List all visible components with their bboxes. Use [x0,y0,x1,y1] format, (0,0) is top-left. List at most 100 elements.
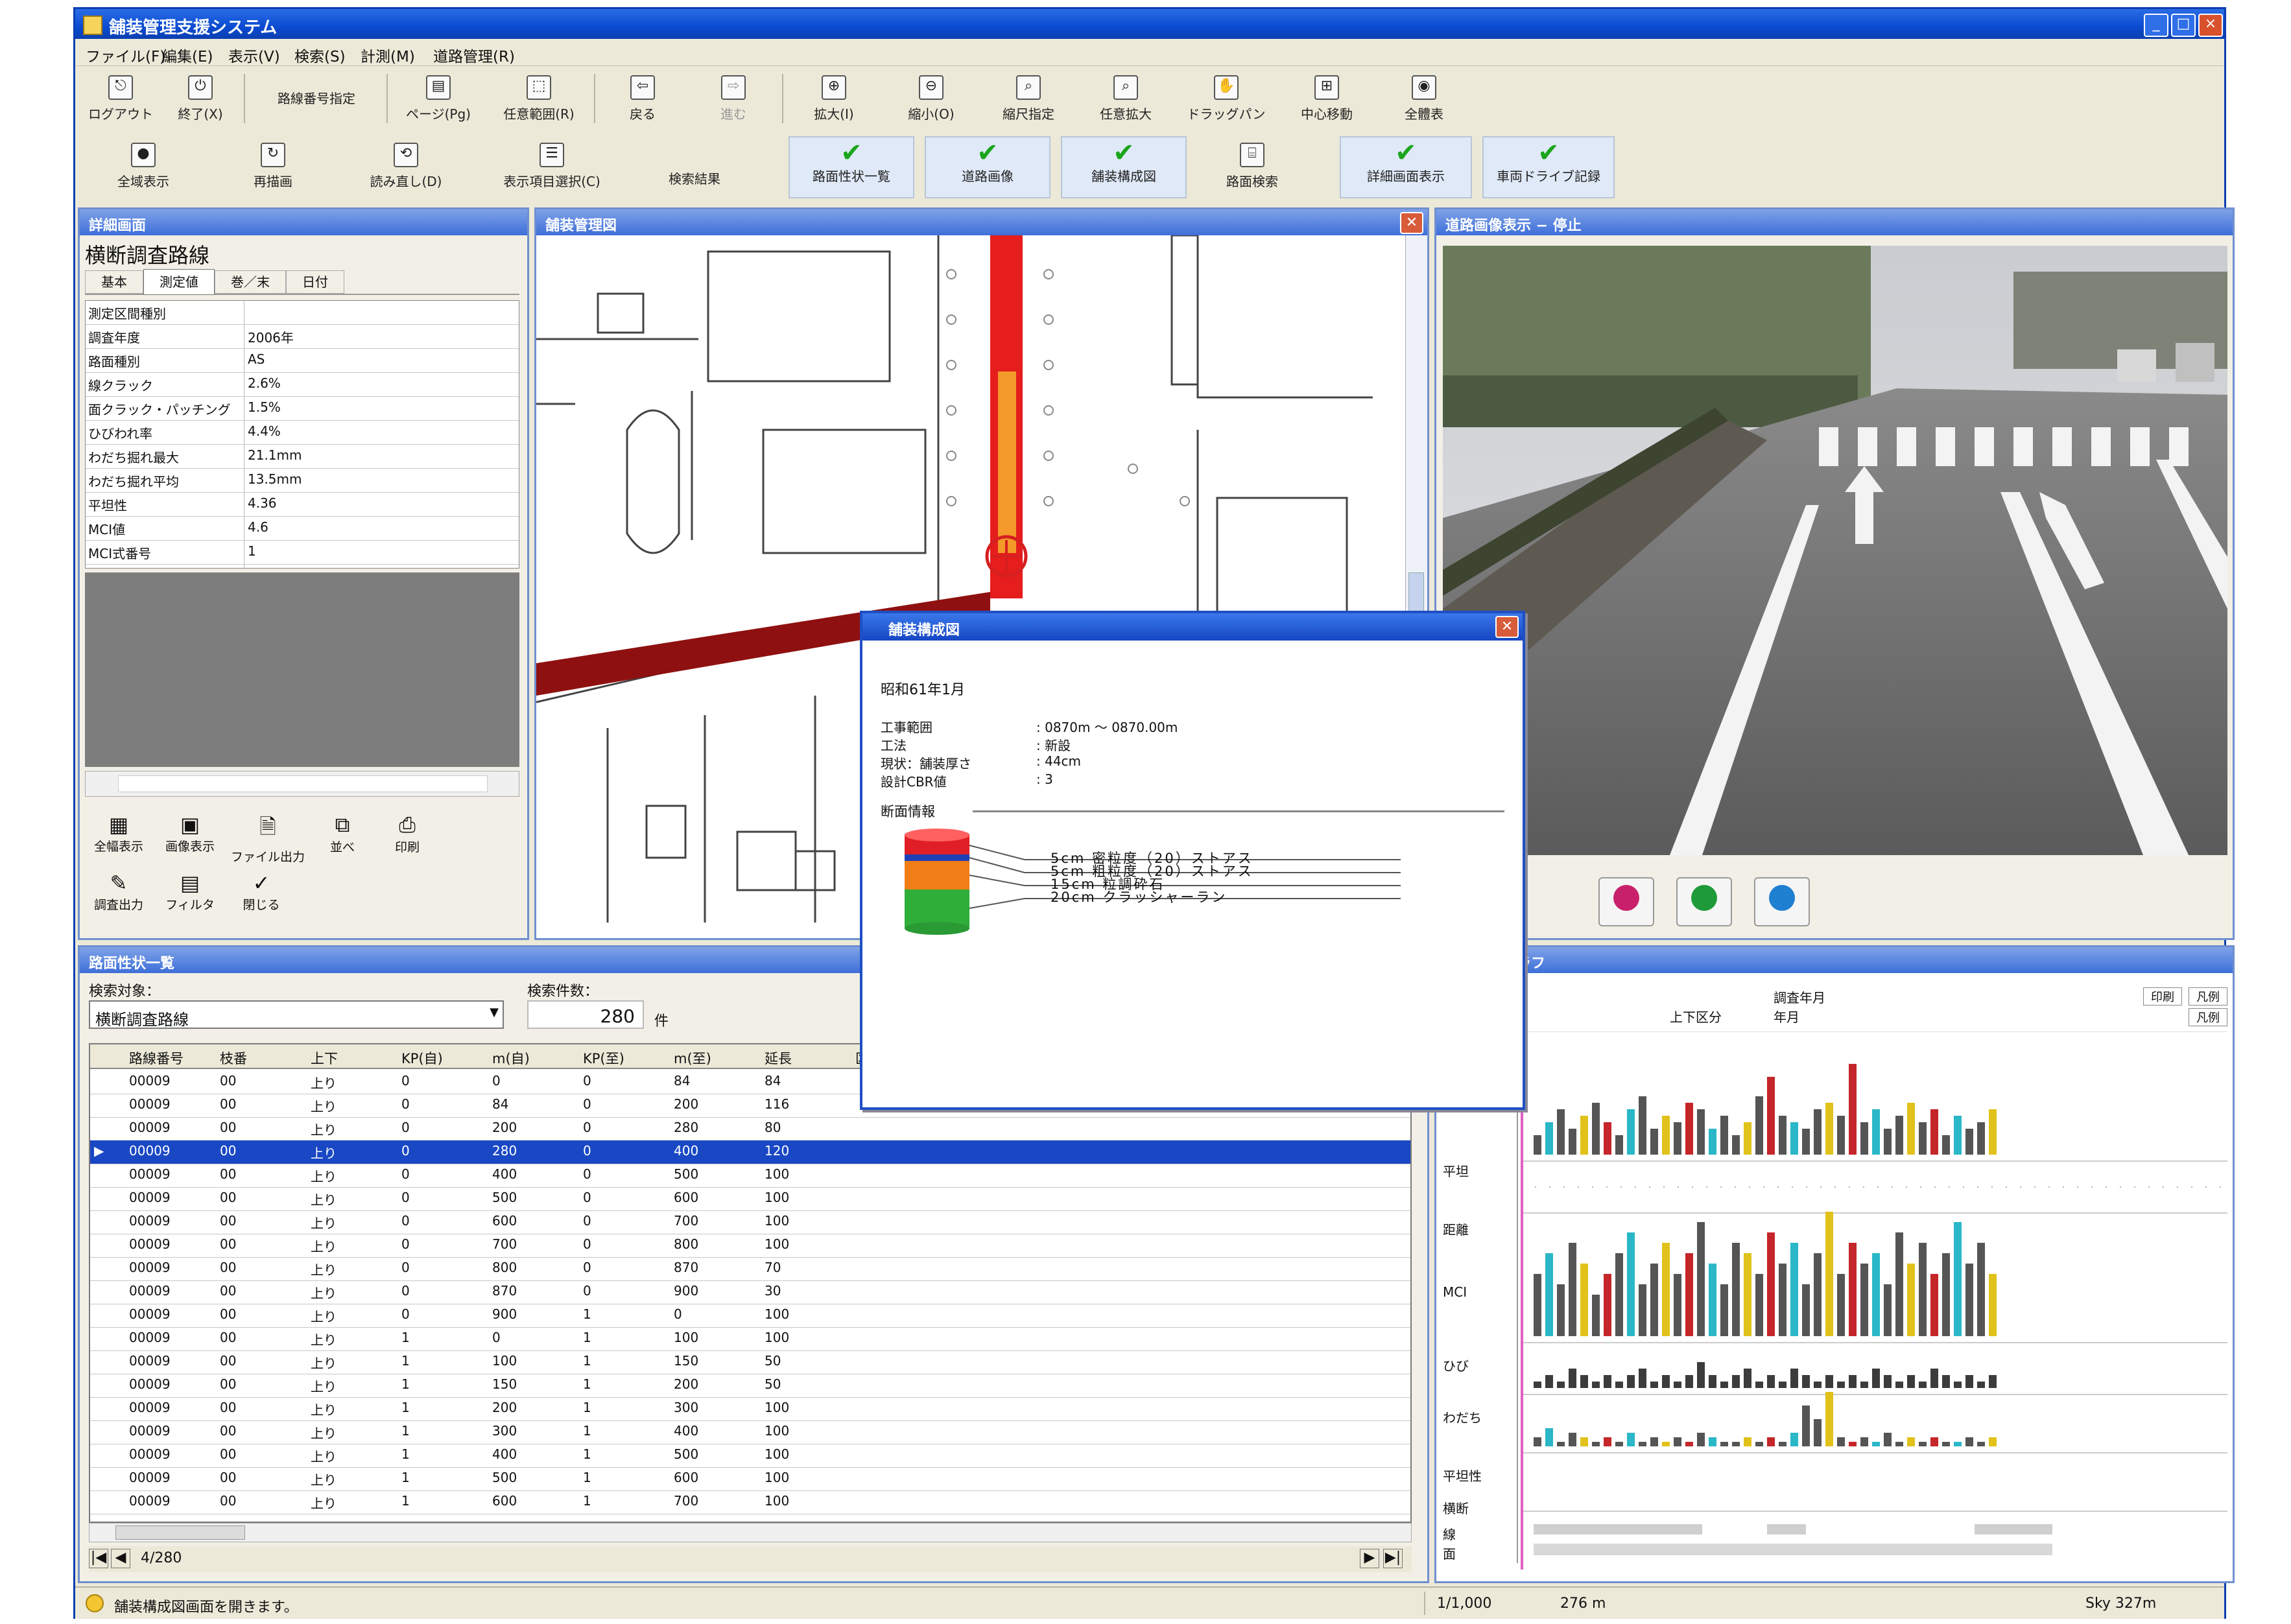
map-close-icon[interactable]: ✕ [1400,212,1423,234]
table-row[interactable]: 00009 00 上り 1 500 1 600 100 [90,1467,1410,1491]
tab-date[interactable]: 日付 [286,270,344,294]
app-icon [83,16,102,35]
table-cell: 1 [401,1493,410,1509]
close-detail-button[interactable]: ✓ 閉じる [229,871,294,913]
row-selector[interactable]: ▶ [94,1143,104,1159]
col-header[interactable]: 延長 [765,1048,792,1068]
center-button[interactable]: ⊞ 中心移動 [1281,69,1372,128]
back-button[interactable]: ⇦ 戻る [600,69,685,128]
grid-hscrollbar[interactable] [89,1523,1412,1542]
reload-button[interactable]: ⟲ 読み直し(D) [341,136,471,196]
logout-button[interactable]: ⎋ ログアウト [82,69,160,128]
col-header[interactable]: 上下 [311,1048,338,1068]
table-row[interactable]: 00009 00 上り 1 100 1 150 50 [90,1350,1410,1374]
graph-bar [1814,1382,1822,1388]
zoom-out-button[interactable]: ⊖ 縮小(O) [886,69,977,128]
minimize-button[interactable]: _ [2144,14,2168,37]
prev-record-button[interactable]: ◀ [111,1549,130,1568]
forward-button[interactable]: ⇨ 進む [691,69,776,128]
col-header[interactable]: 路線番号 [129,1048,184,1068]
toggle-road-image[interactable]: ✔ 道路画像 [925,136,1051,198]
toggle-detail-view[interactable]: ✔ 詳細画面表示 [1340,136,1472,198]
menu-edit[interactable]: 編集(E) [162,44,213,66]
graph-print-button[interactable]: 印刷 [2143,987,2182,1006]
table-row[interactable]: 00009 00 上り 0 700 0 800 100 [90,1234,1410,1258]
page-button[interactable]: ▤ ページ(Pg) [393,69,484,128]
table-row[interactable]: 00009 00 上り 0 800 0 870 70 [90,1257,1410,1281]
filter-button[interactable]: ▤ フィルタ [158,871,222,913]
table-row[interactable]: 00009 00 上り 0 900 1 0 100 [90,1304,1410,1328]
property-row: 平坦性 4.36 [86,493,519,517]
table-row[interactable]: 00009 00 上り 1 150 1 200 50 [90,1374,1410,1398]
tab-measured[interactable]: 測定値 [143,269,215,295]
pause-button[interactable] [1598,877,1654,926]
graph-bar [1860,1264,1868,1336]
graph-canvas[interactable] [1521,1031,2227,1570]
col-header[interactable]: KP(至) [583,1048,624,1068]
tab-section[interactable]: 巻／末 [215,270,286,294]
table-row[interactable]: 00009 00 上り 1 600 1 700 100 [90,1490,1410,1514]
road-segment-orange[interactable] [998,371,1016,553]
drag-pan-button[interactable]: ✋ ドラッグパン [1178,69,1275,128]
menu-file[interactable]: ファイル(F) [86,44,165,66]
table-row[interactable]: 00009 00 上り 0 400 0 500 100 [90,1164,1410,1188]
detail-hscrollbar[interactable] [85,771,519,797]
scale-button[interactable]: ⌕ 縮尺指定 [983,69,1074,128]
zoom-rect-button[interactable]: ⌕ 任意拡大 [1080,69,1171,128]
tab-basic[interactable]: 基本 [85,270,143,294]
full-width-button[interactable]: ▦ 全幅表示 [86,812,151,854]
route-number-select[interactable]: 路線番号指定 [252,69,381,128]
toggle-surface-list[interactable]: ✔ 路面性状一覧 [789,136,914,198]
table-row[interactable]: 00009 00 上り 1 200 1 300 100 [90,1397,1410,1421]
play-button[interactable] [1676,877,1732,926]
graph-legend2-button[interactable]: 凡例 [2189,1008,2227,1026]
stop-button[interactable] [1754,877,1810,926]
col-header[interactable]: m(至) [674,1048,711,1068]
exit-button[interactable]: ⏻ 終了(X) [165,69,236,128]
maximize-button[interactable]: □ [2171,14,2196,37]
first-record-button[interactable]: |◀ [89,1549,108,1568]
menu-search[interactable]: 検索(S) [294,44,346,66]
surface-search-button[interactable]: ⌸ 路面検索 [1197,136,1307,196]
table-row[interactable]: 00009 00 上り 1 0 1 100 100 [90,1327,1410,1351]
full-view-button[interactable]: ◉ 全體表 [1379,69,1469,128]
table-row[interactable]: 00009 00 上り 0 500 0 600 100 [90,1187,1410,1211]
toggle-pavement-diagram[interactable]: ✔ 舗装構成図 [1061,136,1187,198]
menu-view[interactable]: 表示(V) [228,44,280,66]
col-header[interactable]: 枝番 [220,1048,247,1068]
range-button[interactable]: ⬚ 任意範囲(R) [490,69,588,128]
search-results-button[interactable]: 検索結果 [633,136,756,196]
graph-bar [1685,1442,1693,1446]
graph-bar [1685,1375,1693,1388]
image-view-button[interactable]: ▣ 画像表示 [158,812,222,854]
table-row[interactable]: 00009 00 上り 0 600 0 700 100 [90,1210,1410,1234]
menu-road[interactable]: 道路管理(R) [433,44,515,66]
table-row[interactable]: 00009 00 上り 0 870 0 900 30 [90,1280,1410,1304]
table-row[interactable]: 00009 00 上り 1 300 1 400 100 [90,1420,1410,1444]
report-output-button[interactable]: ✎ 調査出力 [86,871,151,913]
table-row[interactable]: ▶ 00009 00 上り 0 280 0 400 120 [90,1140,1410,1164]
toggle-drive-record[interactable]: ✔ 車両ドライブ記録 [1482,136,1615,198]
col-header[interactable]: m(自) [492,1048,530,1068]
table-row[interactable]: 00009 00 上り 1 400 1 500 100 [90,1444,1410,1468]
last-record-button[interactable]: ▶| [1383,1549,1403,1568]
graph-bar [1872,1442,1880,1446]
col-header[interactable]: KP(自) [401,1048,443,1068]
scroll-thumb[interactable] [118,775,488,792]
menu-measure[interactable]: 計測(M) [361,44,415,66]
scroll-thumb[interactable] [115,1525,245,1540]
file-output-button[interactable]: 🗎 ファイル出力 [229,812,307,865]
table-cell: 上り [311,1402,337,1418]
print-button[interactable]: ⎙ 印刷 [378,812,436,855]
redraw-button[interactable]: ↻ 再描画 [211,136,335,196]
arrange-button[interactable]: ⧉ 並べ [313,812,372,855]
close-button[interactable]: × [2198,14,2223,37]
zoom-in-button[interactable]: ⊕ 拡大(I) [789,69,879,128]
table-row[interactable]: 00009 00 上り 0 200 0 280 80 [90,1117,1410,1141]
next-record-button[interactable]: ▶ [1360,1549,1379,1568]
select-items-button[interactable]: ☰ 表示項目選択(C) [477,136,626,196]
full-area-button[interactable]: ● 全域表示 [82,136,205,196]
popup-close-icon[interactable]: ✕ [1495,616,1519,638]
graph-legend-button[interactable]: 凡例 [2189,987,2227,1006]
search-target-select[interactable]: 横断調査路線 ▼ [89,1000,504,1029]
